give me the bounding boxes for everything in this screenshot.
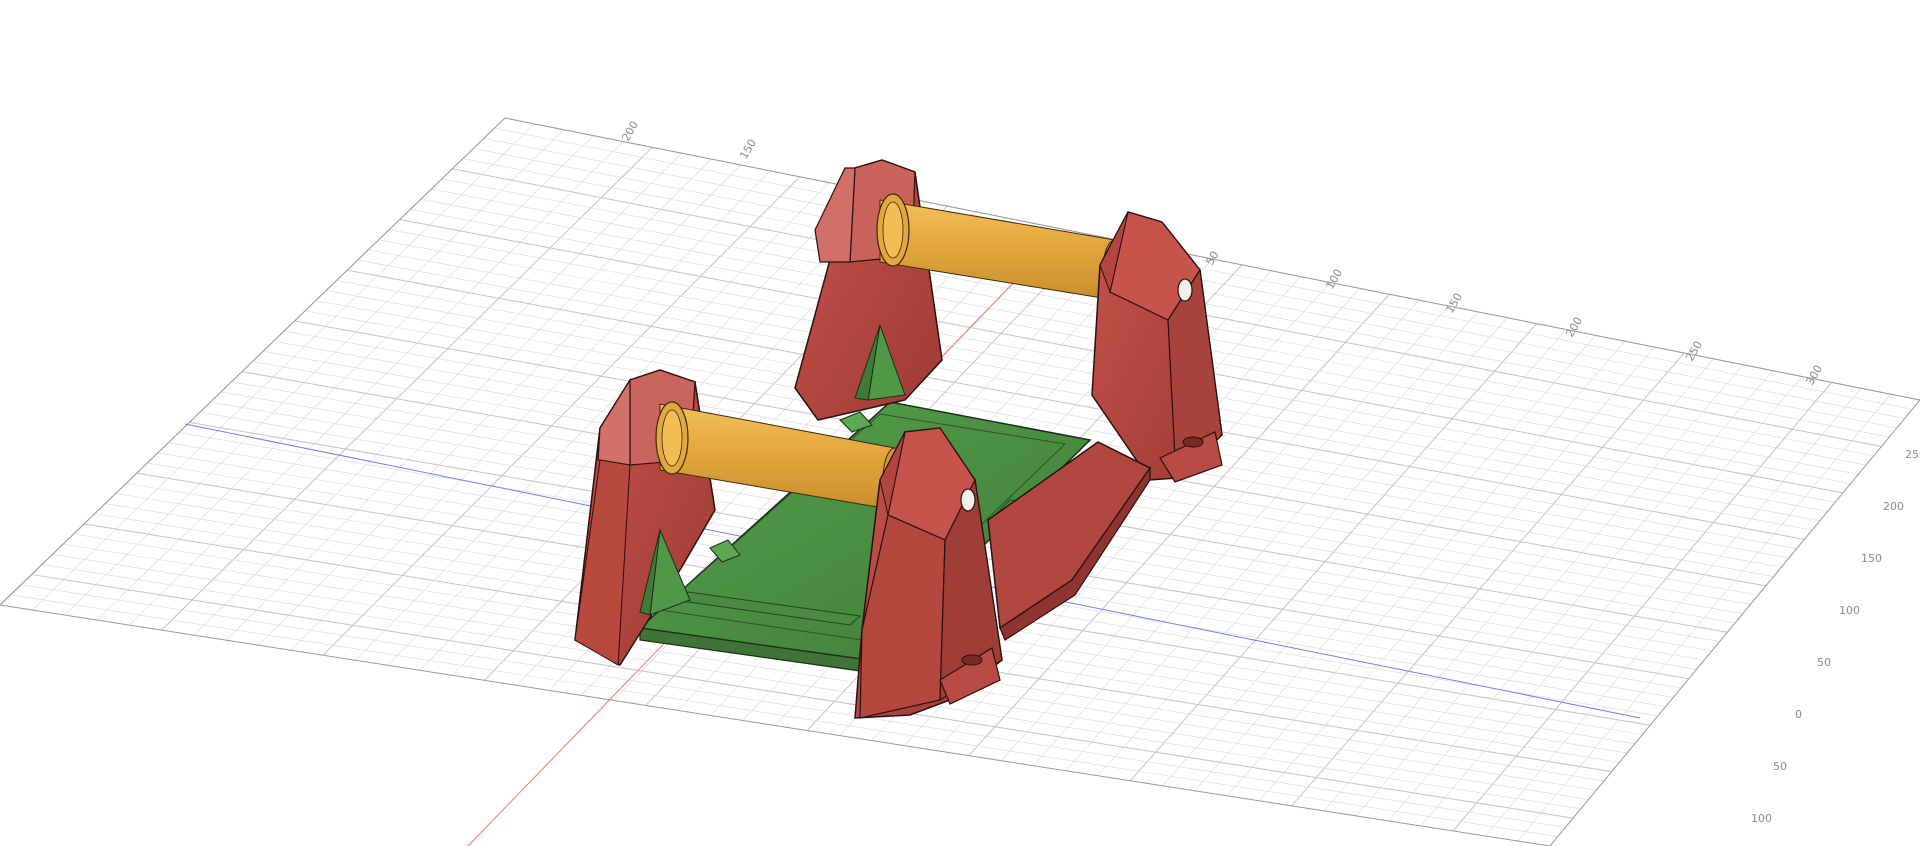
grid-line (1485, 388, 1862, 837)
back-right-stand (1091, 211, 1223, 483)
model-viewport[interactable]: 200 150 50 100 150 200 250 300 250 200 150 100 50 0… (0, 0, 1920, 846)
grid-line (1323, 358, 1714, 812)
grid-tick-label: 300 (1803, 363, 1825, 388)
grid-line (1356, 364, 1744, 817)
grid-line (1291, 352, 1685, 807)
grid-tick-label: 250 (1683, 339, 1705, 364)
grid-tick-label: 50 (1773, 760, 1787, 773)
grid-tick-label: 50 (1203, 249, 1221, 268)
grid-tick-label: 150 (1861, 552, 1882, 565)
grid-tick-label: 100 (1323, 267, 1345, 292)
grid-line (1259, 346, 1655, 802)
back-left-stand (794, 159, 943, 421)
grid-tick-label: 50 (1817, 656, 1831, 669)
grid-tick-label: 200 (1883, 500, 1904, 513)
grid-tick-label: 200 (619, 119, 641, 144)
grid-line (1420, 376, 1803, 827)
3d-scene[interactable]: 200 150 50 100 150 200 250 300 250 200 150 100 50 0… (0, 0, 1920, 846)
grid-line (1226, 341, 1626, 796)
grid-tick-label: 250 (1905, 448, 1920, 461)
grid-line (1517, 393, 1891, 842)
grid-tick-label: 200 (1563, 315, 1585, 340)
grid-ticks-right: 250 200 150 100 50 0 50 100 (1751, 448, 1920, 825)
grid-tick-label: 0 (1795, 708, 1802, 721)
grid-tick-label: 100 (1839, 604, 1860, 617)
grid-tick-label: 150 (737, 137, 759, 162)
grid-tick-label: 100 (1751, 812, 1772, 825)
grid-tick-label: 150 (1443, 291, 1465, 316)
roller-stand-model (574, 159, 1223, 719)
grid-line (1388, 370, 1773, 822)
